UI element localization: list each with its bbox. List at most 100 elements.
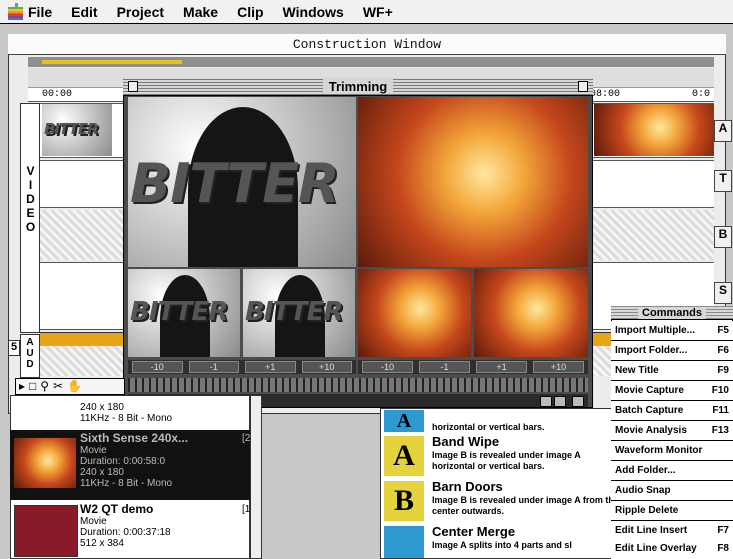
menu-project[interactable]: Project — [117, 4, 164, 20]
bin-item-3-type: Movie — [80, 516, 107, 527]
trim-out-minus10-button[interactable]: -10 — [132, 361, 183, 373]
cmd-edit-line-overlay[interactable]: Edit Line Overlay F8 — [611, 539, 733, 559]
cmd-new-title[interactable]: New Title F9 — [611, 361, 733, 381]
clip-thumbnail-text: BITTER — [44, 120, 99, 138]
next-edit-icon[interactable] — [554, 396, 566, 407]
menu-wf-plus[interactable]: WF+ — [363, 4, 393, 20]
band-wipe-icon[interactable]: A — [384, 436, 424, 476]
trimming-window-title[interactable]: Trimming — [123, 78, 593, 96]
cmd-label: Edit Line Insert — [615, 525, 688, 536]
menu-edit[interactable]: Edit — [71, 4, 97, 20]
bin-item-3-duration: Duration: 0:00:37:18 — [80, 527, 171, 538]
bin-item-2-size: 240 x 180 — [80, 467, 124, 478]
marquee-tool-icon[interactable]: □ — [29, 379, 40, 393]
construction-window-title[interactable]: Construction Window — [8, 34, 726, 55]
track-number: 5 — [8, 340, 20, 356]
trim-in-minus10-button[interactable]: -10 — [362, 361, 413, 373]
zoom-tool-icon[interactable]: ⚲ — [40, 379, 53, 393]
outgoing-clip-frame[interactable]: BITTER — [128, 97, 356, 267]
outgoing-frame-after[interactable]: BITTER — [243, 269, 355, 357]
tool-palette: ▸□⚲✂✋ — [15, 378, 125, 395]
cmd-shortcut: F7 — [717, 525, 729, 536]
cmd-add-folder[interactable]: Add Folder... — [611, 461, 733, 481]
trim-jog-strip[interactable] — [128, 378, 588, 392]
video-label-text: VIDEO — [23, 164, 38, 234]
track-letter-t: T — [714, 170, 732, 192]
incoming-trim-controls: -10 -1 +1 +10 — [358, 360, 588, 374]
trim-in-plus10-button[interactable]: +10 — [533, 361, 584, 373]
cmd-batch-capture[interactable]: Batch Capture F11 — [611, 401, 733, 421]
video-track-label: VIDEO — [20, 103, 40, 333]
prev-edit-icon[interactable] — [540, 396, 552, 407]
ruler-mark-far: 0:0 — [692, 89, 711, 100]
cmd-label: Waveform Monitor — [615, 445, 703, 456]
trim-in-plus1-button[interactable]: +1 — [476, 361, 527, 373]
cmd-label: Edit Line Overlay — [615, 543, 697, 554]
cmd-import-multiple[interactable]: Import Multiple... F5 — [611, 321, 733, 341]
work-area-bar[interactable] — [42, 60, 182, 64]
bin-scrollbar[interactable] — [250, 395, 262, 559]
bin-item-1-audio: 11KHz - 8 Bit - Mono — [80, 413, 173, 424]
cmd-audio-snap[interactable]: Audio Snap — [611, 481, 733, 501]
trimming-title-text: Trimming — [322, 79, 394, 94]
cmd-edit-line-insert[interactable]: Edit Line Insert F7 — [611, 521, 733, 541]
hand-tool-icon[interactable]: ✋ — [67, 379, 86, 393]
trim-out-plus1-button[interactable]: +1 — [245, 361, 296, 373]
cmd-shortcut: F11 — [712, 405, 729, 416]
bin-item-2-name: Sixth Sense 240x... — [80, 431, 189, 445]
cmd-shortcut: F9 — [717, 365, 729, 376]
bin-item-1-info: 240 x 180 11KHz - 8 Bit - Mono — [80, 402, 172, 424]
menu-make[interactable]: Make — [183, 4, 218, 20]
trim-in-minus1-button[interactable]: -1 — [419, 361, 470, 373]
outgoing-frame-before[interactable]: BITTER — [128, 269, 240, 357]
trim-out-minus1-button[interactable]: -1 — [188, 361, 239, 373]
cmd-movie-capture[interactable]: Movie Capture F10 — [611, 381, 733, 401]
transition-icon-prev[interactable]: A — [384, 410, 424, 432]
cmd-label: New Title — [615, 365, 659, 376]
cmd-import-folder[interactable]: Import Folder... F6 — [611, 341, 733, 361]
incoming-frame-before[interactable] — [358, 269, 471, 357]
frame-title-text: BITTER — [130, 152, 340, 215]
bin-item-1-size: 240 x 180 — [80, 402, 124, 413]
cmd-label: Movie Capture — [615, 385, 684, 396]
menu-file[interactable]: File — [28, 4, 52, 20]
center-merge-icon[interactable] — [384, 526, 424, 558]
cmd-movie-analysis[interactable]: Movie Analysis F13 — [611, 421, 733, 441]
zoom-box-icon[interactable] — [578, 81, 588, 92]
bin-item-2-type: Movie — [80, 445, 107, 456]
cmd-ripple-delete[interactable]: Ripple Delete — [611, 501, 733, 521]
frame-text-small-1: BITTER — [130, 297, 228, 327]
bin-item-2-selected[interactable]: Sixth Sense 240x... Movie Duration: 0:00… — [10, 430, 250, 500]
audio-track-label: AUD — [20, 334, 40, 378]
arrow-tool-icon[interactable]: ▸ — [19, 379, 29, 393]
band-wipe-desc: Image B is revealed under image A horizo… — [432, 450, 581, 471]
bin-item-2-thumbnail — [14, 438, 76, 488]
bin-item-3-number: [1] — [242, 504, 250, 515]
apple-menu-icon[interactable] — [8, 3, 23, 20]
menu-clip[interactable]: Clip — [237, 4, 263, 20]
barn-doors-title[interactable]: Barn Doors — [432, 479, 503, 494]
cmd-label: Import Multiple... — [615, 325, 695, 336]
trim-grow-icon[interactable] — [572, 396, 584, 407]
incoming-clip-frame[interactable] — [358, 97, 588, 267]
center-merge-title[interactable]: Center Merge — [432, 524, 515, 539]
incoming-frame-after[interactable] — [474, 269, 588, 357]
barn-doors-icon[interactable]: B — [384, 481, 424, 521]
cmd-waveform-monitor[interactable]: Waveform Monitor — [611, 441, 733, 461]
commands-title-bar[interactable]: Commands — [611, 306, 733, 320]
bin-item-3[interactable]: W2 QT demo Movie Duration: 0:00:37:18 51… — [10, 502, 250, 558]
audio-label-text: AUD — [24, 337, 36, 370]
clip-thumbnail[interactable]: BITTER — [42, 104, 112, 156]
clip-thumbnail-right[interactable] — [594, 104, 714, 156]
close-box-icon[interactable] — [128, 81, 138, 92]
cmd-label: Ripple Delete — [615, 505, 679, 516]
cmd-shortcut: F5 — [717, 325, 729, 336]
menu-windows[interactable]: Windows — [283, 4, 344, 20]
band-wipe-title[interactable]: Band Wipe — [432, 434, 499, 449]
bin-item-1[interactable]: 240 x 180 11KHz - 8 Bit - Mono — [10, 396, 250, 430]
track-letter-s: S — [714, 282, 732, 304]
transition-desc-prev: horizontal or vertical bars. — [432, 422, 545, 432]
trim-out-plus10-button[interactable]: +10 — [301, 361, 352, 373]
bin-item-2-number: [2] — [242, 433, 250, 444]
razor-tool-icon[interactable]: ✂ — [53, 379, 67, 393]
